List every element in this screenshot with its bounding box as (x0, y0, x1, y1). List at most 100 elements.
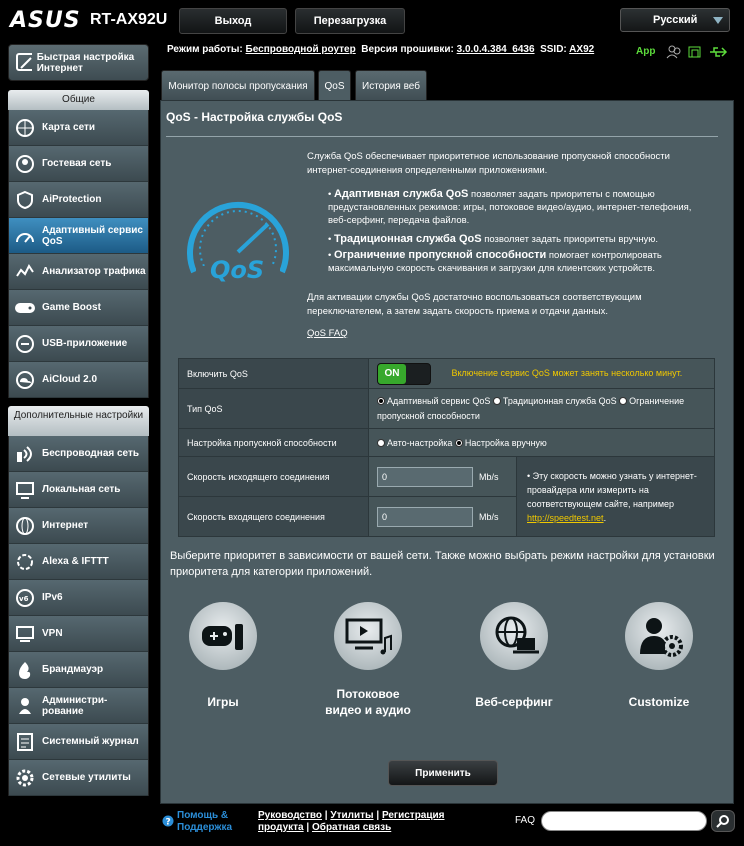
chevron-down-icon (713, 17, 723, 24)
faq-label: FAQ (515, 815, 536, 826)
category-web-surfing[interactable] (480, 602, 548, 670)
enable-qos-label: Включить QoS (178, 358, 369, 389)
sidebar-item-lan[interactable]: Локальная сеть (9, 472, 148, 508)
sidebar-item-aicloud[interactable]: AiCloud 2.0 (9, 362, 148, 398)
bandwidth-manual-radio[interactable] (454, 439, 463, 448)
sidebar-item-network-tools[interactable]: Сетевые утилиты (9, 760, 148, 796)
sidebar-item-label: Карта сети (42, 122, 96, 133)
tab-web-history[interactable]: История веб (355, 70, 427, 101)
language-select[interactable]: Русский (620, 8, 730, 32)
radio-label: Адаптивный сервис QoS (387, 395, 491, 406)
internet-icon (14, 515, 36, 537)
sidebar-item-wireless[interactable]: Беспроводная сеть (9, 436, 148, 472)
bandwidth-setting-cell: Авто-настройка Настройка вручную (368, 428, 715, 457)
search-button[interactable] (711, 810, 735, 832)
sidebar-item-network-map[interactable]: Карта сети (9, 110, 148, 146)
table-row: Скорость исходящего соединения 0 Mb/s • Э… (178, 456, 715, 537)
ssid-label: SSID: (540, 44, 567, 55)
search-icon (716, 815, 729, 828)
help-support-link[interactable]: Помощь & Поддержка (177, 810, 247, 834)
category-label: Игры (207, 695, 239, 709)
sidebar-item-traffic-analyzer[interactable]: Анализатор трафика (9, 254, 148, 290)
sidebar-item-label: USB-приложение (42, 338, 128, 349)
bandwidth-auto-radio[interactable] (377, 439, 385, 448)
feedback-link[interactable]: Обратная связь (312, 822, 391, 833)
radio-label: Авто-настройка (387, 437, 453, 448)
qos-type-traditional-radio[interactable] (492, 397, 501, 406)
sidebar-item-qos[interactable]: Адаптивный сервис QoS (9, 218, 148, 254)
enable-qos-cell: ON Включение сервис QoS может занять нес… (368, 358, 715, 389)
mode-link[interactable]: Беспроводной роутер (246, 44, 356, 55)
speed-hint-cell: • Эту скорость можно узнать у интернет-п… (516, 456, 715, 537)
speed-hint: Эту скорость можно узнать у интернет-про… (527, 470, 697, 509)
qos-type-bandwidth-limit-radio[interactable] (619, 397, 628, 406)
sidebar-item-firewall[interactable]: Брандмауэр (9, 652, 148, 688)
footer-links: Руководство | Утилиты | Регистрация прод… (258, 810, 445, 833)
help-icon: ? (162, 815, 174, 827)
speedtest-link[interactable]: http://speedtest.net (527, 513, 604, 523)
category-games[interactable] (189, 602, 257, 670)
app-link[interactable]: App (636, 46, 655, 57)
qos-icon (14, 225, 36, 247)
manual-link[interactable]: Руководство (258, 810, 322, 821)
category-customize[interactable] (625, 602, 693, 670)
sidebar-item-game-boost[interactable]: Game Boost (9, 290, 148, 326)
advanced-menu: Беспроводная сеть Локальная сеть Интерне… (8, 436, 149, 796)
sidebar-item-aiprotection[interactable]: AiProtection (9, 182, 148, 218)
sidebar-item-label: VPN (42, 628, 63, 639)
user-gear-icon (625, 602, 693, 670)
usb-status-icon[interactable] (688, 46, 701, 58)
bullet-title: Ограничение пропускной способности (333, 249, 547, 261)
bandwidth-setting-label: Настройка пропускной способности (178, 428, 369, 457)
radio-label: Настройка вручную (464, 437, 547, 448)
sidebar-item-alexa[interactable]: Alexa & IFTTT (9, 544, 148, 580)
sidebar-item-ipv6[interactable]: v6 IPv6 (9, 580, 148, 616)
quick-setup-button[interactable]: Быстрая настройка Интернет (8, 44, 149, 81)
category-label: Customize (628, 695, 690, 709)
download-speed-label: Скорость входящего соединения (178, 496, 369, 537)
tab-bandwidth-monitor[interactable]: Монитор полосы пропускания (161, 70, 315, 101)
firmware-label: Версия прошивки: (361, 44, 454, 55)
qos-type-label: Тип QoS (178, 388, 369, 429)
priority-text: Выберите приоритет в зависимости от ваше… (170, 550, 715, 578)
utilities-link[interactable]: Утилиты (330, 810, 373, 821)
administration-icon (14, 695, 36, 717)
qos-type-adaptive-radio[interactable] (377, 397, 385, 406)
sidebar-item-label: Локальная сеть (42, 484, 121, 495)
sidebar-item-internet[interactable]: Интернет (9, 508, 148, 544)
upload-speed-input[interactable]: 0 (377, 466, 473, 487)
sidebar-item-administration[interactable]: Администри- рование (9, 688, 148, 724)
download-unit: Mb/s (479, 511, 499, 522)
sidebar-item-guest-network[interactable]: Гостевая сеть (9, 146, 148, 182)
general-section-title: Общие (8, 90, 149, 110)
usb-icon[interactable] (710, 47, 728, 57)
globe-laptop-icon (480, 602, 548, 670)
sidebar-item-usb-application[interactable]: USB-приложение (9, 326, 148, 362)
aicloud-icon (14, 369, 36, 391)
logout-button[interactable]: Выход (179, 8, 287, 34)
game-boost-icon (14, 297, 36, 319)
qos-faq-link[interactable]: QoS FAQ (307, 327, 348, 341)
reboot-button[interactable]: Перезагрузка (295, 8, 405, 34)
apply-button[interactable]: Применить (388, 760, 498, 786)
sidebar-item-label: Анализатор трафика (42, 266, 146, 277)
sidebar-item-label: Интернет (42, 520, 89, 531)
qos-bullet-traditional: • Традиционная служба QoS позволяет зада… (328, 233, 659, 245)
download-speed-input[interactable]: 0 (377, 506, 473, 527)
tab-qos[interactable]: QoS (318, 70, 351, 101)
firewall-icon (14, 659, 36, 681)
category-streaming[interactable] (334, 602, 402, 670)
sidebar-item-system-log[interactable]: Системный журнал (9, 724, 148, 760)
faq-search-input[interactable] (541, 811, 707, 831)
qos-toggle[interactable]: ON (377, 362, 431, 385)
firmware-link[interactable]: 3.0.0.4.384_6436 (457, 44, 535, 55)
wireless-icon (14, 443, 36, 465)
ssid-link[interactable]: AX92 (569, 44, 594, 55)
clients-icon[interactable] (666, 45, 681, 59)
usb-icon (14, 333, 36, 355)
category-label: Веб-серфинг (475, 695, 553, 709)
toggle-on-label: ON (378, 363, 406, 384)
sidebar-item-vpn[interactable]: VPN (9, 616, 148, 652)
qos-activate-text: Для активации службы QoS достаточно восп… (307, 292, 642, 317)
table-row: Тип QoS Адаптивный сервис QoS Традиционн… (178, 388, 715, 429)
